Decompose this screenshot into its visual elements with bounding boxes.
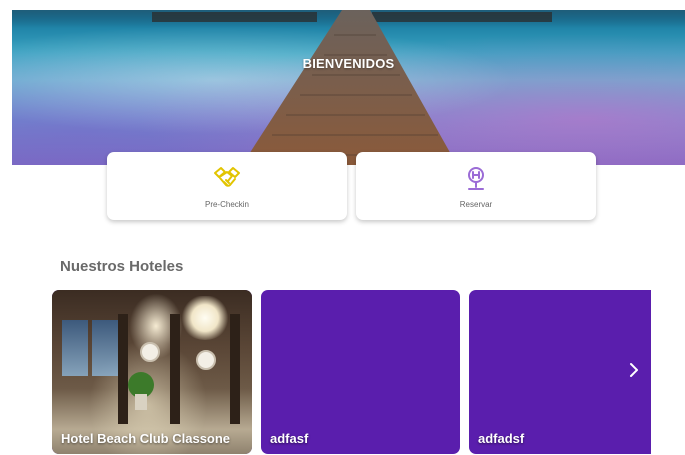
hotel-name: adfadsf [478, 431, 525, 446]
pre-checkin-button[interactable]: Pre-Checkin [107, 152, 347, 220]
chevron-right-icon[interactable] [626, 360, 642, 380]
pier-walkway [242, 10, 457, 165]
hotel-card[interactable]: adfasf [261, 290, 460, 454]
reservar-label: Reservar [459, 199, 493, 209]
hotel-card[interactable]: Hotel Beach Club Classone [52, 290, 252, 454]
reservar-button[interactable]: Reservar [356, 152, 596, 220]
hotel-location-icon [468, 166, 484, 190]
hotel-name: Hotel Beach Club Classone [61, 431, 231, 446]
hero-title: BIENVENIDOS [302, 56, 395, 71]
lobby-window [92, 320, 118, 376]
handshake-icon [214, 166, 240, 187]
lobby-pot [135, 394, 147, 410]
lobby-pillar [230, 314, 240, 424]
lobby-pillar [170, 314, 180, 424]
lobby-pillar [118, 314, 128, 424]
hero-banner: BIENVENIDOS [12, 10, 685, 165]
lobby-decor [140, 342, 160, 362]
pre-checkin-label: Pre-Checkin [204, 199, 249, 209]
lobby-chandelier [180, 296, 230, 340]
section-title: Nuestros Hoteles [60, 258, 184, 275]
hotel-image [52, 290, 252, 454]
lobby-decor [196, 350, 216, 370]
hotel-name: adfasf [270, 431, 309, 446]
lobby-window [62, 320, 88, 376]
hotel-card[interactable]: adfadsf [469, 290, 651, 454]
